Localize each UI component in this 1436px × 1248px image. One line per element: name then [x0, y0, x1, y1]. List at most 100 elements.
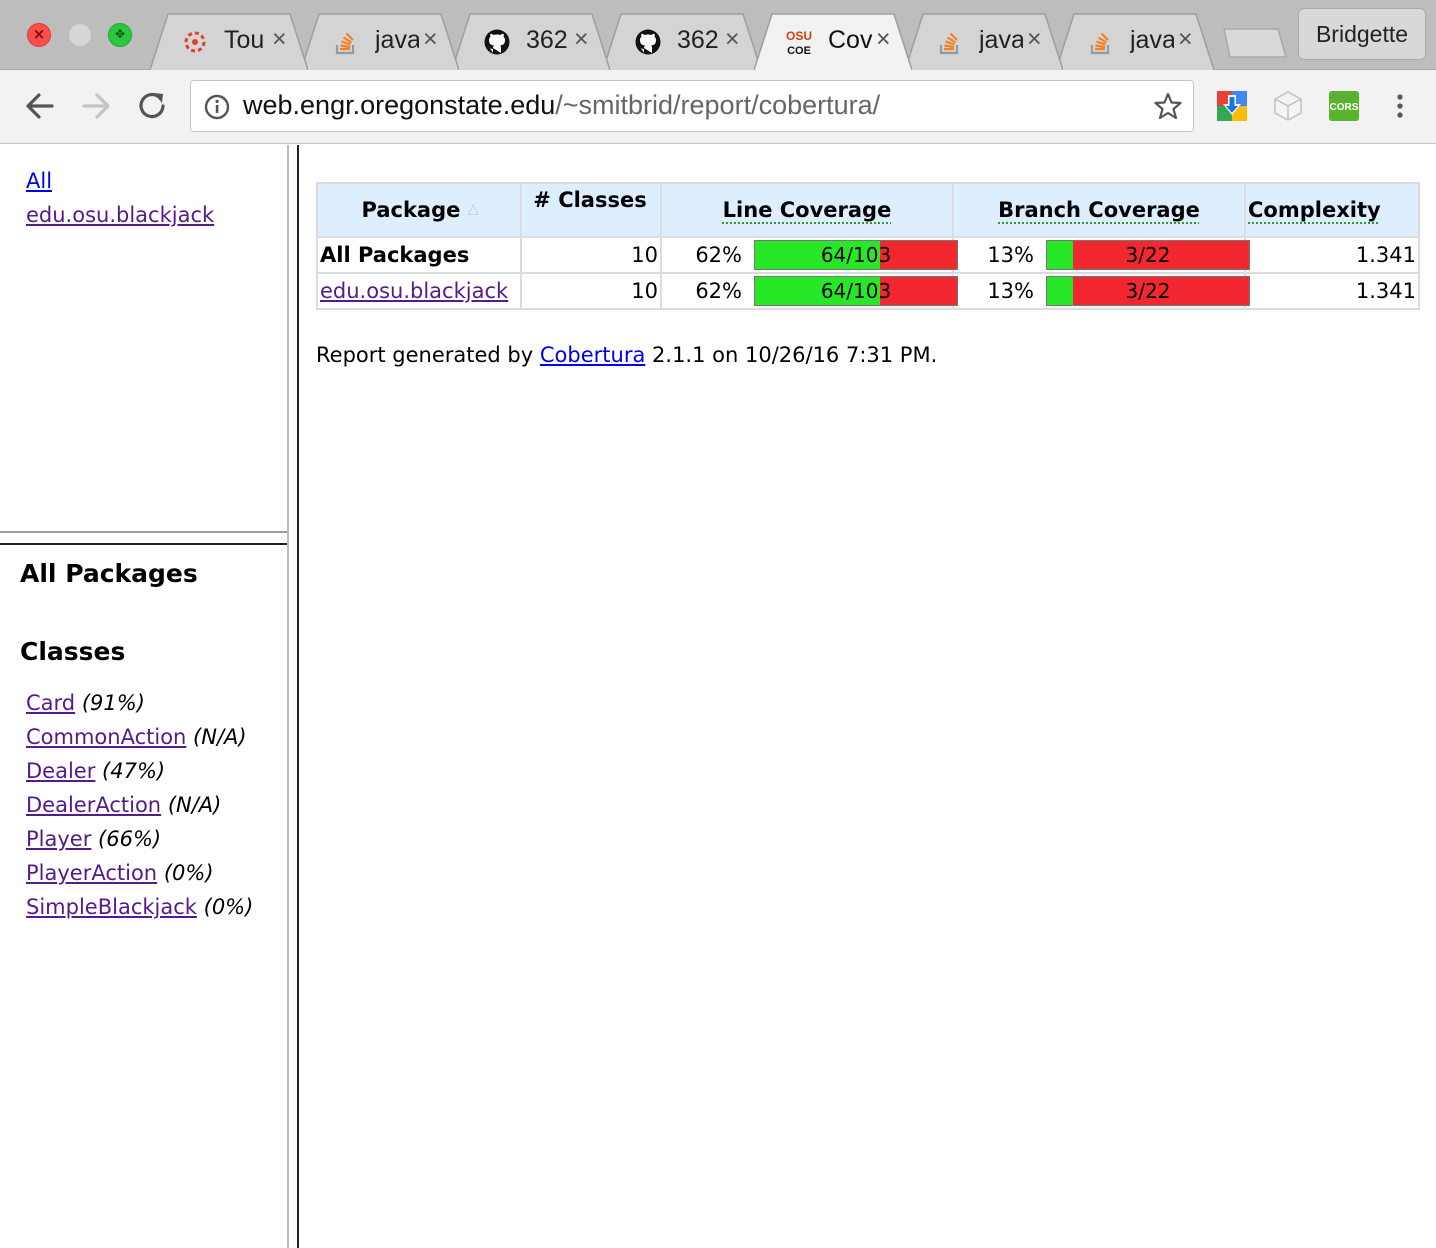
- profile-button[interactable]: Bridgette: [1298, 8, 1426, 60]
- line-coverage-bar: 64/103: [754, 276, 958, 306]
- bookmark-star-icon[interactable]: [1153, 91, 1183, 121]
- branch-coverage-percent: 13%: [987, 279, 1034, 303]
- class-coverage: (0%): [203, 895, 254, 919]
- table-row: edu.osu.blackjack 10 62% 64/103 13% 3/22…: [316, 272, 1420, 310]
- line-coverage-cell: 62% 64/103: [660, 236, 958, 274]
- column-header-classes[interactable]: # Classes: [520, 182, 662, 238]
- table-row: All Packages 10 62% 64/103 13% 3/22 1.34…: [316, 236, 1420, 274]
- complexity-cell: 1.341: [1244, 272, 1420, 310]
- classes-heading: Classes: [20, 637, 126, 666]
- package-link-all[interactable]: All: [26, 169, 52, 193]
- column-header-complexity[interactable]: Complexity: [1244, 182, 1420, 238]
- class-link[interactable]: PlayerAction: [26, 861, 157, 885]
- package-link-edu-osu-blackjack[interactable]: edu.osu.blackjack: [26, 203, 214, 227]
- list-item: DealerAction (N/A): [26, 793, 221, 817]
- browser-tab[interactable]: 362 ×: [603, 12, 761, 70]
- site-info-icon[interactable]: [203, 93, 231, 121]
- forward-arrow-icon[interactable]: [76, 86, 116, 126]
- sort-ascending-icon: △: [467, 201, 479, 217]
- branch-coverage-cell: 13% 3/22: [952, 236, 1250, 274]
- class-coverage: (N/A): [167, 793, 222, 817]
- tab-title: Tou: [224, 26, 265, 54]
- tab-close-icon[interactable]: ×: [1027, 25, 1042, 54]
- browser-tab[interactable]: 362 ×: [452, 12, 610, 70]
- classes-frame: All Packages Classes Card (91%) CommonAct…: [0, 545, 287, 1248]
- browser-tab[interactable]: java ×: [301, 12, 459, 70]
- new-tab-button[interactable]: [1222, 28, 1288, 58]
- window-maximize-button[interactable]: ✥: [108, 23, 132, 47]
- url-host: web.engr.oregonstate.edu: [243, 90, 556, 120]
- tab-title: java: [1130, 26, 1174, 54]
- tab-close-icon[interactable]: ×: [574, 25, 589, 54]
- packages-frame: All edu.osu.blackjack: [0, 145, 287, 531]
- address-bar[interactable]: web.engr.oregonstate.edu/~smitbrid/repor…: [190, 80, 1194, 132]
- class-coverage: (47%): [102, 759, 166, 783]
- branch-coverage-fraction: 3/22: [1125, 243, 1171, 267]
- browser-tab[interactable]: OSU COE Cov ×: [754, 12, 912, 70]
- all-packages-heading: All Packages: [20, 559, 198, 588]
- class-coverage: (0%): [163, 861, 214, 885]
- github-icon: [484, 29, 510, 55]
- frame-divider-vertical[interactable]: [287, 145, 299, 1248]
- frame-divider-horizontal[interactable]: [0, 531, 289, 545]
- tab-title: java: [375, 26, 419, 54]
- class-link[interactable]: Dealer: [26, 759, 95, 783]
- complexity-cell: 1.341: [1244, 236, 1420, 274]
- browser-tab[interactable]: java ×: [905, 12, 1063, 70]
- line-coverage-percent: 62%: [695, 243, 742, 267]
- class-link[interactable]: DealerAction: [26, 793, 161, 817]
- osu-favicon-bottom-text: COE: [787, 45, 811, 56]
- column-header-branch-coverage[interactable]: Branch Coverage: [952, 182, 1246, 238]
- line-coverage-cell: 62% 64/103: [660, 272, 958, 310]
- class-link[interactable]: SimpleBlackjack: [26, 895, 197, 919]
- class-link[interactable]: CommonAction: [26, 725, 186, 749]
- cors-extension-label: CORS: [1330, 102, 1359, 113]
- packages-frame-heading-cut: [20, 145, 28, 155]
- window-close-button[interactable]: ×: [27, 23, 51, 47]
- window-minimize-button[interactable]: [68, 23, 92, 47]
- class-link[interactable]: Card: [26, 691, 75, 715]
- package-name-cell: All Packages: [316, 236, 522, 274]
- tab-title: 362: [526, 26, 568, 54]
- class-count-cell: 10: [520, 272, 662, 310]
- package-link[interactable]: edu.osu.blackjack: [320, 279, 508, 303]
- line-coverage-fraction: 64/103: [820, 279, 892, 303]
- column-header-line-coverage[interactable]: Line Coverage: [660, 182, 954, 238]
- stackoverflow-icon: [1090, 32, 1110, 55]
- browser-tab[interactable]: Tou ×: [150, 12, 308, 70]
- class-coverage: (91%): [81, 691, 145, 715]
- tab-title: 362: [677, 26, 719, 54]
- list-item: PlayerAction (0%): [26, 861, 214, 885]
- url-path: /~smitbrid/report/cobertura/: [555, 90, 881, 120]
- tab-close-icon[interactable]: ×: [876, 25, 891, 54]
- menu-kebab-icon[interactable]: [1384, 90, 1416, 122]
- branch-coverage-bar: 3/22: [1046, 240, 1250, 270]
- download-extension-icon[interactable]: [1216, 90, 1248, 122]
- report-footer: Report generated by Cobertura 2.1.1 on 1…: [316, 343, 938, 367]
- tab-close-icon[interactable]: ×: [725, 25, 740, 54]
- browser-tab[interactable]: java ×: [1056, 12, 1214, 70]
- reload-icon[interactable]: [132, 86, 172, 126]
- class-coverage: (66%): [98, 827, 162, 851]
- report-frame: Package △ # Classes Line Coverage Branch…: [300, 145, 1436, 1248]
- branch-coverage-fraction: 3/22: [1125, 279, 1171, 303]
- list-item: Dealer (47%): [26, 759, 165, 783]
- tab-close-icon[interactable]: ×: [272, 25, 287, 54]
- back-arrow-icon[interactable]: [20, 86, 60, 126]
- package-name-cell: edu.osu.blackjack: [316, 272, 522, 310]
- class-link[interactable]: Player: [26, 827, 91, 851]
- branch-coverage-bar: 3/22: [1046, 276, 1250, 306]
- canvas-icon: [184, 31, 206, 53]
- cors-extension-icon[interactable]: CORS: [1328, 90, 1360, 122]
- github-icon: [635, 29, 661, 55]
- osu-favicon-top-text: OSU: [786, 29, 812, 43]
- tab-close-icon[interactable]: ×: [1178, 25, 1193, 54]
- column-header-package[interactable]: Package △: [316, 182, 522, 238]
- report-heading-cut: [316, 145, 324, 155]
- cobertura-link[interactable]: Cobertura: [540, 343, 645, 367]
- line-coverage-fraction: 64/103: [820, 243, 892, 267]
- tab-close-icon[interactable]: ×: [423, 25, 438, 54]
- line-coverage-percent: 62%: [695, 279, 742, 303]
- line-coverage-bar: 64/103: [754, 240, 958, 270]
- cube-extension-icon[interactable]: [1272, 90, 1304, 122]
